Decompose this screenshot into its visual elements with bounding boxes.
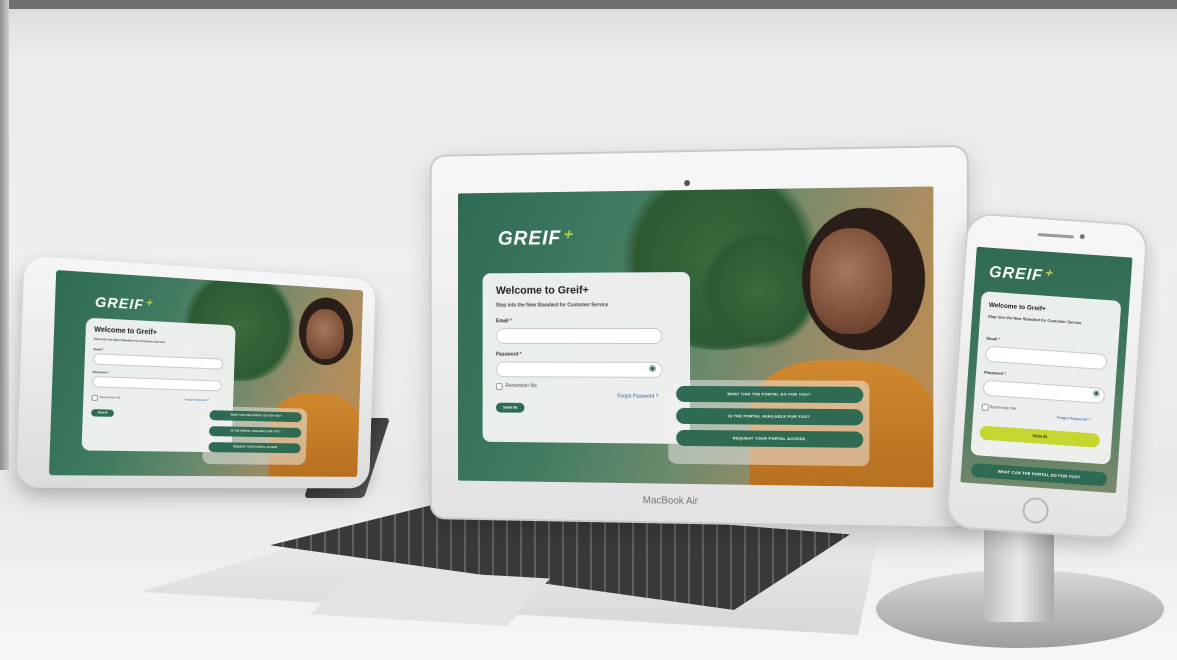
spark-icon: ⁺: [561, 227, 573, 250]
phone-login-subtitle: Step into the New Standard for Customer …: [987, 313, 1082, 326]
phone-speaker: [1037, 233, 1074, 239]
laptop-password-input[interactable]: [495, 361, 663, 378]
eye-icon[interactable]: ◉: [1093, 388, 1101, 397]
tablet-email-label: Email *: [93, 347, 104, 352]
top-border: [0, 0, 1177, 9]
phone-password-label: Password *: [983, 369, 1006, 377]
tablet-remember-checkbox[interactable]: [91, 394, 99, 401]
phone-device: GREIF⁺ Welcome to Greif+ Step into the N…: [945, 212, 1149, 540]
phone-email-input[interactable]: [984, 345, 1108, 371]
phone-email-label: Email *: [986, 335, 1000, 342]
laptop-signin-button[interactable]: SIGN IN: [495, 402, 525, 413]
laptop-remember-checkbox[interactable]: [495, 383, 503, 390]
laptop-screen: GREIF⁺ Welcome to Greif+ Step into the N…: [457, 186, 934, 488]
laptop-email-label: Email *: [495, 318, 512, 325]
spark-icon: ⁺: [1042, 267, 1053, 286]
phone-portal-do-button[interactable]: WHAT CAN THE PORTAL DO FOR YOU?: [970, 462, 1108, 487]
laptop-request-access-button[interactable]: REQUEST YOUR PORTAL ACCESS: [676, 429, 864, 448]
laptop-device: GREIF⁺ Welcome to Greif+ Step into the N…: [140, 144, 969, 650]
phone-screen: GREIF⁺ Welcome to Greif+ Step into the N…: [960, 246, 1133, 494]
laptop-login-card: Welcome to Greif+ Step into the New Stan…: [482, 272, 691, 444]
phone-remember-label: Remember Me: [989, 404, 1017, 411]
laptop-password-label: Password *: [495, 351, 522, 358]
tablet-signin-button[interactable]: SIGN IN: [91, 409, 115, 417]
tablet-remember-label: Remember Me: [99, 394, 121, 400]
phone-signin-button[interactable]: SIGN IN: [979, 425, 1101, 448]
laptop-portal-available-button[interactable]: IS THE PORTAL AVAILABLE FOR YOU?: [676, 407, 864, 426]
photo-scene: GREIF⁺ Welcome to Greif+ Step into the N…: [0, 0, 1177, 660]
phone-password-input[interactable]: [982, 379, 1106, 405]
laptop-lid: GREIF⁺ Welcome to Greif+ Step into the N…: [429, 144, 969, 530]
home-button-icon[interactable]: [1021, 496, 1050, 525]
laptop-email-input[interactable]: [495, 328, 663, 344]
tablet-password-label: Password *: [92, 369, 110, 375]
eye-icon[interactable]: ◉: [649, 363, 657, 374]
phone-remember-checkbox[interactable]: [981, 403, 989, 411]
laptop-login-title: Welcome to Greif+: [495, 284, 589, 297]
phone-login-card: Welcome to Greif+ Step into the New Stan…: [970, 291, 1122, 465]
phone-login-title: Welcome to Greif+: [988, 301, 1047, 313]
laptop-forgot-link[interactable]: Forgot Password ?: [617, 394, 658, 400]
laptop-brand-label: MacBook Air: [642, 495, 699, 508]
phone-forgot-link[interactable]: Forgot Password ?: [1057, 415, 1091, 422]
laptop-logo: GREIF⁺: [497, 227, 573, 250]
phone-camera-icon: [1079, 233, 1085, 240]
laptop-login-subtitle: Step into the New Standard for Customer …: [495, 302, 609, 309]
phone-logo: GREIF⁺: [988, 263, 1053, 286]
laptop-portal-do-button[interactable]: WHAT CAN THE PORTAL DO FOR YOU?: [676, 385, 864, 404]
laptop-remember-label: Remember Me: [505, 383, 538, 390]
camera-icon: [684, 180, 691, 187]
